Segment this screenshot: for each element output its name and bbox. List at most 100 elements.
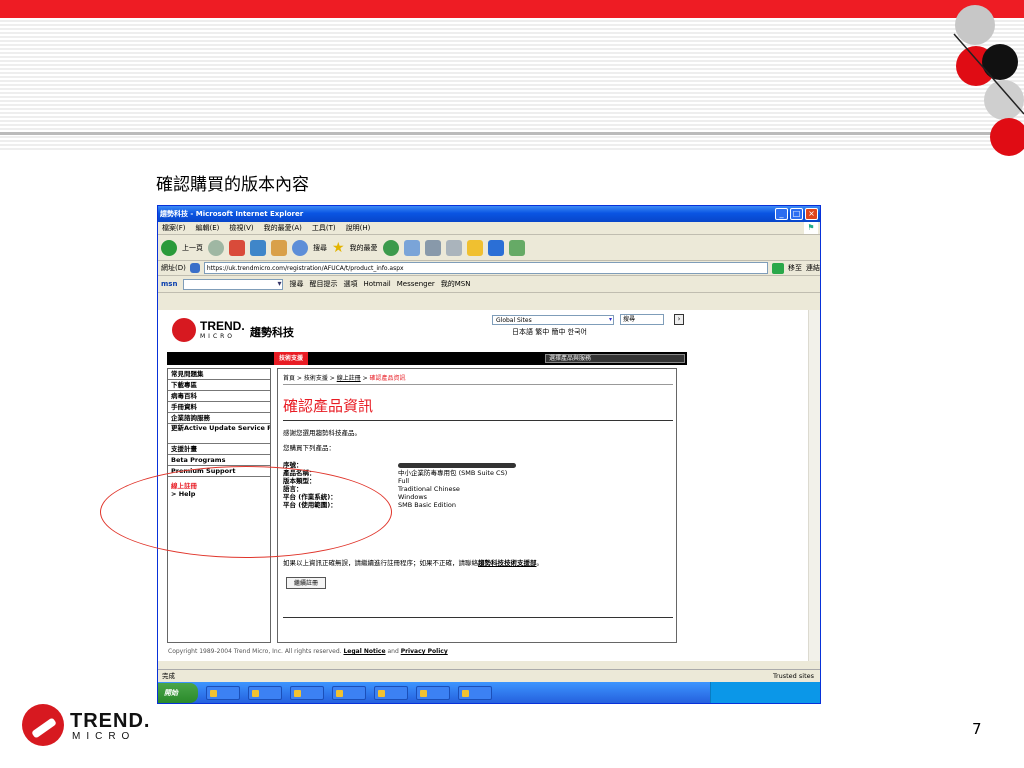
msn-search-button[interactable]: 搜尋 [289, 279, 303, 289]
copyright-footer: Copyright 1989-2004 Trend Micro, Inc. Al… [168, 648, 448, 655]
browser-window: 趨勢科技 - Microsoft Internet Explorer _ □ ×… [157, 205, 821, 704]
logo-wordmark: TREND. [70, 710, 151, 732]
page-number: 7 [972, 720, 982, 738]
copyright-text: Copyright 1989-2004 Trend Micro, Inc. Al… [168, 648, 342, 655]
breadcrumb-home[interactable]: 首頁 > 技術支援 > [283, 375, 337, 382]
home-icon[interactable] [271, 239, 287, 256]
discuss-icon[interactable] [487, 239, 504, 256]
forward-arrow-icon[interactable] [208, 239, 224, 256]
trend-micro-mark-icon [172, 318, 196, 342]
left-nav-item[interactable]: 更新Active Update Service Pack [168, 424, 270, 444]
support-link[interactable]: 趨勢科技技術支援部 [478, 559, 537, 567]
taskbar-item[interactable] [374, 686, 408, 700]
status-text: 完成 [162, 672, 175, 680]
print-icon[interactable] [445, 239, 462, 256]
confirm-text: 如果以上資訊正確無誤，請繼續進行註冊程序；如果不正確，請聯絡趨勢科技技術支援部。 [283, 557, 543, 567]
vertical-scrollbar[interactable] [808, 310, 820, 661]
left-nav-item[interactable]: 手冊資料 [168, 402, 270, 413]
close-button[interactable]: × [805, 208, 818, 220]
menu-favorites[interactable]: 我的最愛(A) [264, 223, 302, 233]
go-arrow-icon[interactable] [772, 262, 784, 274]
left-nav-item[interactable]: 下載專區 [168, 380, 270, 391]
left-nav-item[interactable]: 企業諮詢服務 [168, 413, 270, 424]
search-button[interactable]: 搜尋 [313, 243, 327, 253]
confirm-text-end: 。 [536, 559, 544, 567]
taskbar-item[interactable] [248, 686, 282, 700]
refresh-icon[interactable] [250, 239, 266, 256]
left-nav-item[interactable]: 病毒百科 [168, 391, 270, 402]
history-icon[interactable] [403, 239, 420, 256]
back-button[interactable]: 上一頁 [182, 243, 203, 253]
system-tray[interactable] [710, 682, 820, 703]
links-label[interactable]: 連結 [806, 263, 820, 273]
start-button[interactable]: 開始 [158, 683, 198, 703]
product-service-select[interactable]: 選擇產品與服務 [545, 354, 685, 363]
taskbar-item[interactable] [332, 686, 366, 700]
browser-title: 趨勢科技 - Microsoft Internet Explorer [160, 210, 304, 218]
highlight-button[interactable]: 醒目提示 [309, 279, 337, 289]
taskbar-item[interactable] [206, 686, 240, 700]
copyright-and: and [387, 648, 399, 655]
site-search-input[interactable]: 搜尋 [620, 314, 664, 325]
menu-file[interactable]: 檔案(F) [162, 223, 186, 233]
slide: 確認購買的版本內容 趨勢科技 - Microsoft Internet Expl… [0, 0, 1024, 768]
trend-micro-site-logo[interactable]: TREND. MICRO 趨勢科技 [172, 316, 302, 346]
menu-view[interactable]: 檢視(V) [229, 223, 253, 233]
breadcrumb-link[interactable]: 線上註冊 [337, 375, 361, 382]
stop-icon[interactable] [229, 239, 245, 256]
menu-tools[interactable]: 工具(T) [312, 223, 336, 233]
menu-bar: 檔案(F) 編輯(E) 檢視(V) 我的最愛(A) 工具(T) 說明(H) ⚑ [158, 222, 820, 235]
menu-edit[interactable]: 編輯(E) [196, 223, 220, 233]
my-msn-button[interactable]: 我的MSN [441, 279, 471, 289]
taskbar-item[interactable] [416, 686, 450, 700]
row-label: 序號： [283, 461, 303, 469]
taskbar-item[interactable] [290, 686, 324, 700]
edit-icon[interactable] [466, 239, 483, 256]
left-nav-item[interactable]: 支援計畫 [168, 444, 270, 455]
site-logo-name: TREND. [200, 319, 245, 333]
messenger-button[interactable]: Messenger [397, 280, 435, 288]
site-logo-sub: MICRO [200, 333, 236, 340]
media-icon[interactable] [382, 239, 399, 256]
nav-tab-support[interactable]: 技術支援 [274, 352, 309, 365]
site-search-go-button[interactable]: › [674, 314, 684, 325]
region-select[interactable]: Global Sites [492, 315, 614, 325]
language-links[interactable]: 日本語 繁中 簡中 한국어 [512, 327, 587, 337]
divider [283, 617, 673, 618]
subhead-text: 您購買下列產品： [283, 444, 335, 452]
hotmail-button[interactable]: Hotmail [363, 280, 390, 288]
trend-micro-mark-icon [22, 704, 64, 746]
minimize-button[interactable]: _ [775, 208, 788, 220]
address-bar: 網址(D) https://uk.trendmicro.com/registra… [158, 261, 820, 276]
maximize-button[interactable]: □ [790, 208, 803, 220]
taskbar-item[interactable] [458, 686, 492, 700]
go-button[interactable]: 移至 [788, 263, 802, 273]
slide-header-rule [0, 132, 1024, 135]
messenger-icon[interactable] [508, 239, 525, 256]
trend-micro-logo: TREND. MICRO [22, 702, 152, 748]
favorites-star-icon[interactable]: ★ [332, 240, 345, 256]
msn-logo-icon: msn [161, 280, 178, 288]
masked-serial [398, 462, 516, 468]
divider [283, 420, 673, 421]
row-value: Full [398, 477, 410, 485]
privacy-policy-link[interactable]: Privacy Policy [401, 648, 448, 655]
legal-notice-link[interactable]: Legal Notice [343, 648, 385, 655]
standard-toolbar: 上一頁 搜尋 ★ 我的最愛 [158, 235, 820, 261]
search-icon[interactable] [292, 239, 308, 256]
breadcrumb-sep: > [360, 375, 370, 382]
slide-top-bar [0, 0, 1024, 18]
back-arrow-icon[interactable] [161, 239, 177, 256]
address-input[interactable]: https://uk.trendmicro.com/registration/A… [203, 262, 768, 274]
msn-toolbar: msn 搜尋 醒目提示 選項 Hotmail Messenger 我的MSN [158, 276, 820, 293]
continue-register-button[interactable]: 繼續註冊 [286, 577, 326, 589]
mail-icon[interactable] [424, 239, 441, 256]
favorites-button[interactable]: 我的最愛 [350, 243, 378, 253]
left-nav-item[interactable]: 常見問題集 [168, 369, 270, 380]
site-logo-cn: 趨勢科技 [250, 326, 294, 339]
msn-search-input[interactable] [183, 278, 284, 290]
slide-header-band [0, 18, 1024, 150]
options-button[interactable]: 選項 [343, 279, 357, 289]
left-nav-item[interactable]: Beta Programs [168, 455, 270, 466]
menu-help[interactable]: 說明(H) [346, 223, 371, 233]
